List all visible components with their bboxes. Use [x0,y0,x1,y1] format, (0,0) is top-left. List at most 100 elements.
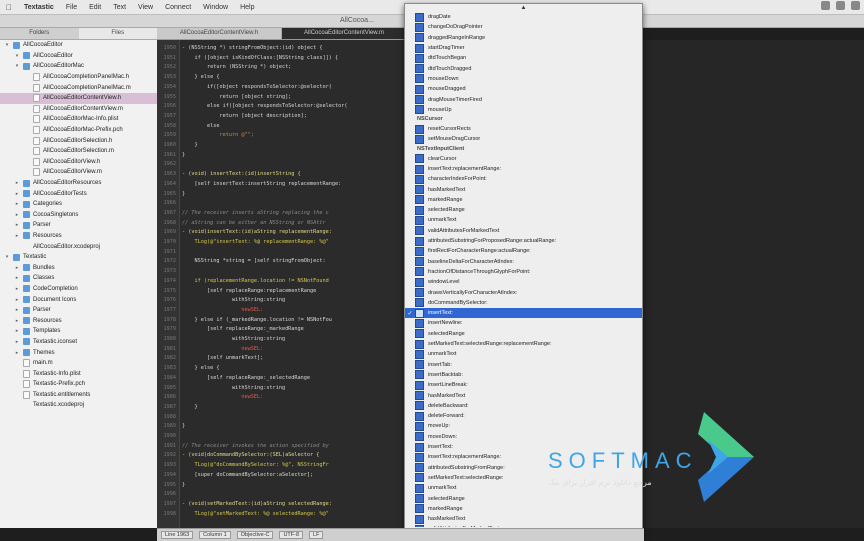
completion-item[interactable]: doCommandBySelector: [405,298,642,308]
completion-item[interactable]: selectedRange [405,329,642,339]
sidebar-item-folder[interactable]: ▸ Textastic.iconset [0,337,157,348]
code-line[interactable]: 1953 } else { [157,73,407,81]
disclosure-open-icon[interactable]: ▾ [14,53,20,59]
code-line[interactable]: 1970 TLog(@"insertText: %@ replacementRa… [157,238,407,246]
code-line[interactable]: 1985 withString:string [157,384,407,392]
code-line[interactable]: 1991 // The receiver invokes the action s… [157,442,407,450]
code-line[interactable]: 1984 [self replaceRange:_selectedRange [157,374,407,382]
code-line[interactable]: 1975 [self replaceRange:replacementRange [157,287,407,295]
completion-item[interactable]: hasMarkedText [405,514,642,524]
completion-item[interactable]: setMarkedText:selectedRange:replacementR… [405,339,642,349]
completion-item[interactable]: insertTab: [405,360,642,370]
code-line[interactable]: 1967 // The receiver inserts aString repl… [157,209,407,217]
code-line[interactable]: 1959 return @""; [157,131,407,139]
sidebar-item-file[interactable]: AllCocoaEditorContentView.m [0,104,157,115]
code-line[interactable]: 1986 newSEL: [157,393,407,401]
completion-item[interactable]: dragMouseTimerFired [405,94,642,105]
code-line[interactable]: 1981 newSEL: [157,345,407,353]
sidebar-item-file[interactable]: AllCocoaEditorView.h [0,157,157,168]
completion-item[interactable]: insertText:replacementRange: [405,164,642,174]
completion-item[interactable]: resetCursorRects [405,124,642,134]
sidebar-item-project[interactable]: AllCocoaEditor.xcodeproj [0,241,157,252]
editor-tab[interactable]: AllCocoaEditorContentView.h [157,28,282,39]
disclosure-closed-icon[interactable]: ▸ [14,191,20,197]
code-line[interactable]: 1954 if([object respondsToSelector:@sele… [157,83,407,91]
code-line[interactable]: 1992 - (void)doCommandBySelector:(SEL)aSe… [157,451,407,459]
code-line[interactable]: 1983 } else { [157,364,407,372]
code-line[interactable]: 1955 return [object string]; [157,93,407,101]
menu-text[interactable]: Text [107,4,132,11]
completion-item[interactable]: validAttributesForMarkedText [405,226,642,236]
sidebar-item-file[interactable]: AllCocoaEditorMac-Prefix.pch [0,125,157,136]
disclosure-closed-icon[interactable]: ▸ [14,275,20,281]
code-line[interactable]: 1958 else [157,122,407,130]
sidebar-item-file[interactable]: Textastic-Prefix.pch [0,379,157,390]
code-line[interactable]: 1972 NSString *string = [self stringFrom… [157,257,407,265]
completion-item[interactable]: dtdTouchDragged [405,63,642,74]
completion-item[interactable]: ✓ insertText: [405,308,642,319]
tab-folders[interactable]: Folders [0,28,79,39]
completion-item[interactable]: clearCursor [405,154,642,164]
menu-app-name[interactable]: Textastic [18,4,60,11]
sidebar-item-folder[interactable]: ▸ Classes [0,273,157,284]
sidebar-item-folder[interactable]: ▾ AllCocoaEditor [0,40,157,51]
sidebar-item-file[interactable]: Textastic.entitlements [0,390,157,401]
completion-item[interactable]: windowLevel [405,277,642,287]
code-editor[interactable]: 1950 - (NSString *) stringFromObject:(id)… [157,40,407,528]
sidebar-item-project[interactable]: Textastic.xcodeproj [0,400,157,411]
code-line[interactable]: 1952 return (NSString *) object; [157,63,407,71]
code-line[interactable]: 1993 TLog(@"doCommandBySelector: %@", NS… [157,461,407,469]
status-encoding[interactable]: UTF-8 [279,531,304,539]
menu-help[interactable]: Help [234,4,260,11]
code-line[interactable]: 1988 [157,413,407,421]
code-line[interactable]: 1976 withString:string [157,296,407,304]
disclosure-closed-icon[interactable]: ▸ [14,307,20,313]
scroll-up-arrow[interactable]: ▲ [405,4,642,12]
completion-item[interactable]: deleteBackward: [405,401,642,411]
disclosure-closed-icon[interactable]: ▸ [14,233,20,239]
completion-item[interactable]: draggedRangeInRange [405,33,642,43]
code-line[interactable]: 1977 newSEL: [157,306,407,314]
completion-item[interactable]: dtdTouchBegan [405,53,642,63]
completion-item[interactable]: mouseDown [405,74,642,84]
sidebar-item-folder[interactable]: ▸ Parser [0,220,157,231]
disclosure-closed-icon[interactable]: ▸ [14,318,20,324]
code-line[interactable]: 1966 [157,199,407,207]
code-line[interactable]: 1960 } [157,141,407,149]
disclosure-closed-icon[interactable]: ▸ [14,297,20,303]
disclosure-open-icon[interactable]: ▾ [14,63,20,69]
completion-item[interactable]: firstRectForCharacterRange:actualRange: [405,246,642,256]
menu-window[interactable]: Window [197,4,234,11]
code-line[interactable]: 1987 } [157,403,407,411]
sidebar-item-folder[interactable]: ▸ Document Icons [0,294,157,305]
sidebar-item-folder[interactable]: ▸ Resources [0,315,157,326]
sidebar-item-file[interactable]: main.m [0,358,157,369]
code-line[interactable]: 1989} [157,422,407,430]
completion-item[interactable]: attributedSubstringForProposedRange:actu… [405,236,642,246]
menu-file[interactable]: File [60,4,83,11]
completion-item[interactable]: insertLineBreak: [405,380,642,390]
sidebar-item-file[interactable]: AllCocoaEditorContentView.h [0,92,157,104]
code-line[interactable]: 1957 return [object description]; [157,112,407,120]
sidebar-item-folder[interactable]: ▾ AllCocoaEditor [0,51,157,62]
sidebar-item-folder[interactable]: ▸ CodeCompletion [0,284,157,295]
completion-item[interactable]: hasMarkedText [405,390,642,401]
tab-files[interactable]: Files [78,28,157,39]
code-line[interactable]: 1965} [157,190,407,198]
sidebar-item-file[interactable]: AllCocoaCompletionPanelMac.m [0,82,157,93]
sidebar-item-file[interactable]: AllCocoaEditorView.m [0,167,157,178]
code-line[interactable]: 1971 [157,248,407,256]
completion-item[interactable]: markedRange [405,195,642,205]
sidebar-item-file[interactable]: AllCocoaEditorMac-Info.plist [0,114,157,125]
completion-item[interactable]: mouseUp [405,105,642,115]
menu-view[interactable]: View [132,4,159,11]
editor-tab-active[interactable]: AllCocoaEditorContentView.m [282,28,407,39]
code-line[interactable]: 1982 [self unmarkText]; [157,354,407,362]
sidebar-item-file[interactable]: AllCocoaEditorSelection.h [0,135,157,146]
sidebar-item-folder[interactable]: ▸ Resources [0,231,157,242]
completion-item[interactable]: fractionOfDistanceThroughGlyphForPoint: [405,267,642,277]
code-line[interactable]: 1997 - (void)setMarkedText:(id)aString se… [157,500,407,508]
status-column[interactable]: Column 1 [199,531,231,539]
status-syntax[interactable]: Objective-C [236,531,274,539]
sidebar-item-folder[interactable]: ▾ Textastic [0,252,157,263]
